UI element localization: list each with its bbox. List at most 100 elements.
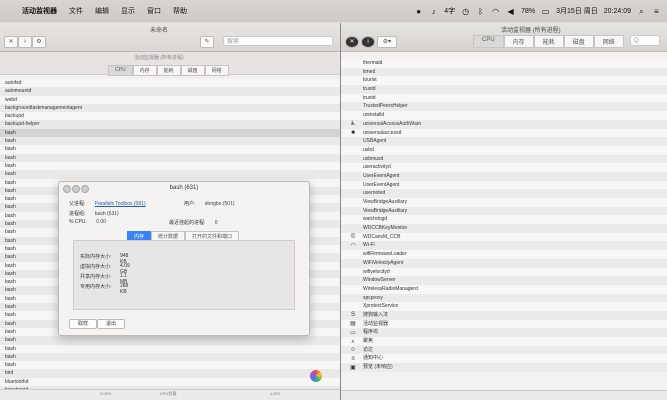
table-row[interactable]: bluetoothd bbox=[0, 377, 340, 386]
tab-cpu[interactable]: CPU bbox=[108, 65, 133, 76]
menu-time[interactable]: 20:24:09 bbox=[604, 8, 631, 15]
table-row[interactable]: ⌕ 聚焦 bbox=[341, 337, 667, 346]
wifi-icon[interactable]: ◠ bbox=[491, 7, 500, 16]
sample-button[interactable]: 取样 bbox=[69, 319, 98, 329]
table-row[interactable]: wifiFirmwareLoader bbox=[341, 250, 667, 259]
battery-percent[interactable]: 78% bbox=[521, 8, 535, 15]
table-row[interactable]: ≡ 通知中心 bbox=[341, 354, 667, 364]
table-row[interactable]: bash bbox=[0, 361, 340, 370]
table-row[interactable]: ■ universalaccessd bbox=[341, 128, 667, 138]
table-row[interactable]: WindowServer bbox=[341, 276, 667, 285]
right-search-input[interactable]: Q bbox=[630, 35, 660, 46]
table-row[interactable]: usernoted bbox=[341, 189, 667, 198]
menu-help[interactable]: 帮助 bbox=[173, 6, 187, 16]
stop-process-icon[interactable]: ✕ bbox=[345, 36, 359, 48]
tab-memory[interactable]: 内存 bbox=[132, 65, 157, 76]
time-machine-icon[interactable]: ◷ bbox=[461, 7, 470, 16]
dialog-minimize-button[interactable] bbox=[72, 185, 80, 193]
table-row[interactable]: bash bbox=[0, 145, 340, 154]
list-icon[interactable]: ≡ bbox=[652, 7, 661, 16]
table-row[interactable]: ▣ 预览 (未响应) bbox=[341, 363, 667, 372]
table-row[interactable]: automountd bbox=[0, 87, 340, 96]
menu-view[interactable]: 显示 bbox=[121, 6, 135, 16]
table-row[interactable]: bash bbox=[0, 137, 340, 146]
table-row[interactable]: bash bbox=[0, 128, 340, 138]
table-row[interactable]: © WDCanvM_CCB bbox=[341, 232, 667, 242]
table-row[interactable]: bash bbox=[0, 352, 340, 362]
parent-link[interactable]: Parallels Toolbox (581) bbox=[95, 201, 146, 207]
info-icon[interactable]: i bbox=[361, 36, 375, 48]
gear-menu-icon[interactable]: ⚙▾ bbox=[377, 36, 397, 48]
volume-icon[interactable]: ◀ bbox=[506, 7, 515, 16]
bluetooth-icon[interactable]: ᛒ bbox=[476, 7, 485, 16]
menu-date[interactable]: 3月15日 周日 bbox=[556, 6, 598, 16]
table-row[interactable]: trustd bbox=[341, 85, 667, 94]
table-row[interactable]: WirelessRadioManagerd bbox=[341, 284, 667, 294]
table-row[interactable]: UserEventAgent bbox=[341, 180, 667, 190]
info-button[interactable]: i bbox=[18, 36, 32, 48]
table-row[interactable]: backgroundtaskmanagementagent bbox=[0, 103, 340, 113]
table-row[interactable]: ♿ universalAccessAuthWarn bbox=[341, 119, 667, 129]
table-row[interactable]: trustd bbox=[341, 93, 667, 103]
table-row[interactable]: bash bbox=[0, 344, 340, 353]
table-row[interactable]: watchdogd bbox=[341, 215, 667, 225]
dialog-close-button[interactable] bbox=[63, 185, 71, 193]
table-row[interactable]: WDCCBKeyMonitor bbox=[341, 224, 667, 233]
tab-disk[interactable]: 磁盘 bbox=[180, 65, 205, 76]
table-row[interactable]: uninstalld bbox=[341, 111, 667, 120]
right-tab-cpu[interactable]: CPU bbox=[473, 35, 504, 48]
dialog-zoom-button[interactable] bbox=[81, 185, 89, 193]
table-row[interactable]: useractivityd bbox=[341, 163, 667, 172]
table-row[interactable]: usbd bbox=[341, 145, 667, 155]
menu-file[interactable]: 文件 bbox=[69, 6, 83, 16]
table-row[interactable]: S 搜狗输入法 bbox=[341, 310, 667, 320]
table-row[interactable]: bash bbox=[0, 161, 340, 171]
tab-network[interactable]: 网络 bbox=[204, 65, 229, 76]
c-icon: © bbox=[350, 234, 356, 241]
table-row[interactable]: ▤ 活动监视器 bbox=[341, 319, 667, 329]
process-name: xpcproxy bbox=[363, 294, 384, 301]
right-tab-disk[interactable]: 磁盘 bbox=[563, 35, 594, 48]
input-method-indicator[interactable]: 4字 bbox=[444, 6, 455, 16]
search-icon[interactable]: ⌕ bbox=[637, 7, 646, 16]
quit-button[interactable]: 退出 bbox=[97, 319, 126, 329]
edit-icon[interactable]: ✎ bbox=[200, 36, 214, 48]
right-tab-network[interactable]: 网络 bbox=[593, 35, 624, 48]
table-row[interactable]: ViewBridgeAuxiliary bbox=[341, 206, 667, 216]
menu-window[interactable]: 窗口 bbox=[147, 6, 161, 16]
table-row[interactable]: xpcproxy bbox=[341, 293, 667, 303]
menu-edit[interactable]: 编辑 bbox=[95, 6, 109, 16]
table-row[interactable]: ViewBridgeAuxiliary bbox=[341, 198, 667, 207]
table-row[interactable]: tourist bbox=[341, 76, 667, 86]
tab-energy[interactable]: 能耗 bbox=[156, 65, 181, 76]
penguin-icon[interactable]: ● bbox=[414, 7, 423, 16]
left-search-input[interactable]: 搜索 bbox=[223, 36, 333, 46]
table-row[interactable]: usbmuxd bbox=[341, 154, 667, 164]
table-row[interactable]: thermald bbox=[341, 59, 667, 68]
table-row[interactable]: webd bbox=[0, 95, 340, 104]
table-row[interactable]: WiFiVelocityAgent bbox=[341, 258, 667, 268]
table-row[interactable]: autofsd bbox=[0, 79, 340, 88]
table-row[interactable]: ☺ 访达 bbox=[341, 345, 667, 355]
table-row[interactable]: bash bbox=[0, 153, 340, 162]
bell-icon[interactable]: ♪ bbox=[429, 7, 438, 16]
table-row[interactable]: ▭ 程序坞 bbox=[341, 328, 667, 337]
table-row[interactable]: backupd bbox=[0, 112, 340, 121]
table-row[interactable]: bash bbox=[0, 336, 340, 345]
menu-app-name[interactable]: 活动监视器 bbox=[22, 6, 57, 16]
table-row[interactable]: bird bbox=[0, 369, 340, 378]
right-tab-energy[interactable]: 能耗 bbox=[533, 35, 564, 48]
table-row[interactable]: backupd-helper bbox=[0, 120, 340, 129]
table-row[interactable]: XprotectService bbox=[341, 302, 667, 311]
close-process-button[interactable]: ✕ bbox=[4, 36, 18, 48]
gear-icon[interactable]: ⚙ bbox=[32, 36, 46, 48]
table-row[interactable]: ◠ Wi-Fi bbox=[341, 241, 667, 251]
table-row[interactable]: USBAgent bbox=[341, 137, 667, 146]
table-row[interactable]: timed bbox=[341, 67, 667, 77]
table-row[interactable]: TrustedPeersHelper bbox=[341, 102, 667, 112]
battery-icon[interactable]: ▭ bbox=[541, 7, 550, 16]
right-tab-memory[interactable]: 内存 bbox=[503, 35, 534, 48]
table-row[interactable]: wifivelocityd bbox=[341, 267, 667, 277]
table-row[interactable]: UserEventAgent bbox=[341, 171, 667, 181]
table-row[interactable]: bash bbox=[0, 170, 340, 179]
